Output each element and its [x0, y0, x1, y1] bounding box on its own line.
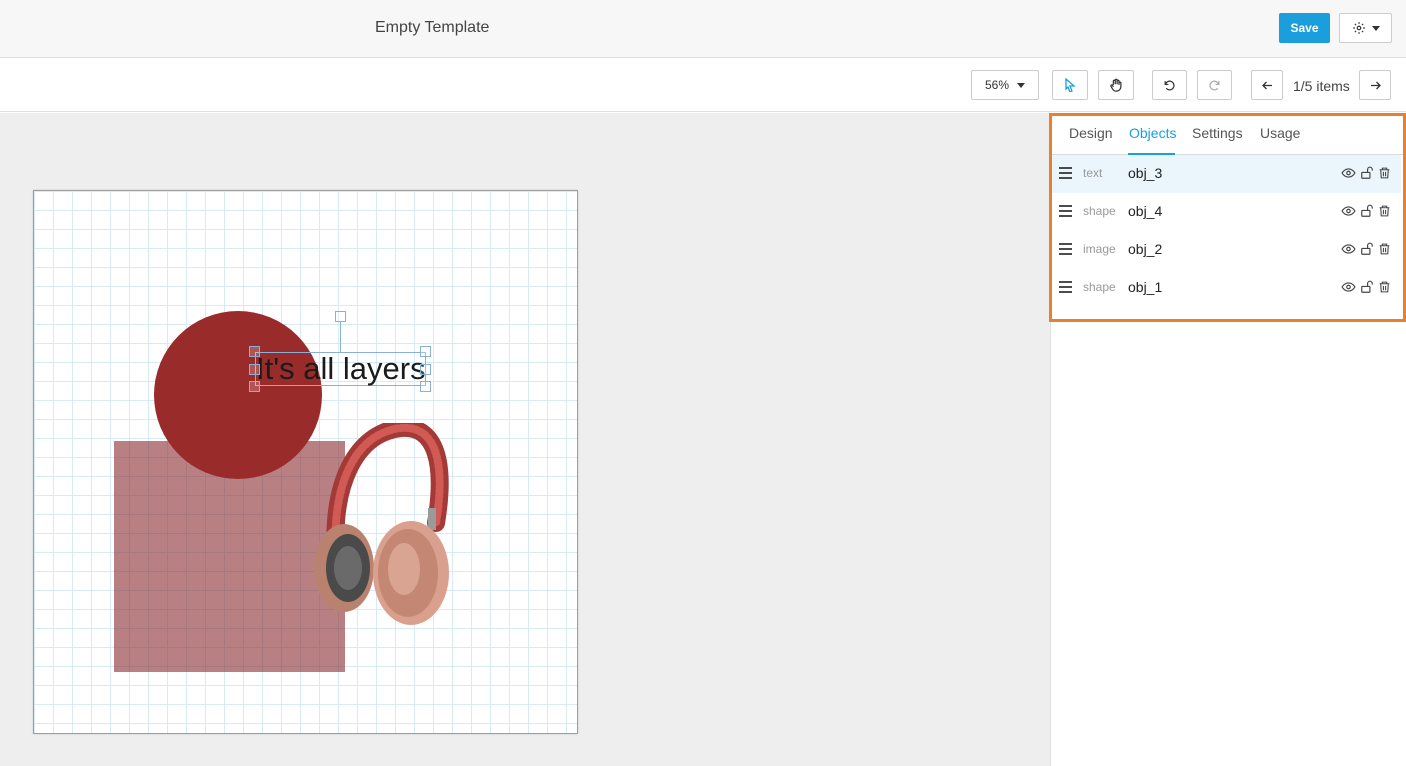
resize-handle-top-left[interactable] [249, 346, 260, 357]
pan-tool-button[interactable] [1098, 70, 1134, 100]
eye-icon[interactable] [1341, 204, 1356, 218]
template-title: Empty Template [375, 19, 490, 36]
gear-icon [1352, 22, 1365, 34]
undo-icon [1164, 80, 1175, 90]
editor-toolbar: 56% 1/5 items [0, 59, 1406, 112]
trash-icon[interactable] [1378, 166, 1391, 180]
resize-handle-middle-right[interactable] [420, 364, 431, 375]
save-button[interactable]: Save [1279, 13, 1330, 43]
headphones-image-obj-2[interactable] [296, 423, 466, 628]
object-row-obj-2[interactable]: image obj_2 [1051, 231, 1401, 269]
object-name: obj_1 [1128, 279, 1163, 295]
resize-handle-bottom-right[interactable] [420, 381, 431, 392]
object-row-obj-1[interactable]: shape obj_1 [1051, 269, 1401, 307]
drag-handle-icon[interactable] [1059, 281, 1072, 293]
settings-dropdown-button[interactable] [1339, 13, 1392, 43]
panel-tabs: Design Objects Settings Usage [1051, 113, 1406, 155]
object-row-obj-4[interactable]: shape obj_4 [1051, 193, 1401, 231]
object-name: obj_2 [1128, 241, 1163, 257]
trash-icon[interactable] [1378, 242, 1391, 256]
resize-handle-top-right[interactable] [420, 346, 431, 357]
object-type: image [1083, 242, 1116, 256]
drag-handle-icon[interactable] [1059, 167, 1072, 179]
resize-handle-bottom-left[interactable] [249, 381, 260, 392]
text-obj-3[interactable]: It's all layers [255, 352, 426, 386]
tab-settings[interactable]: Settings [1192, 125, 1243, 141]
drag-handle-icon[interactable] [1059, 205, 1072, 217]
app-header: Empty Template Save [0, 0, 1406, 58]
unlock-icon[interactable] [1360, 166, 1374, 180]
row-actions [1341, 204, 1391, 218]
rotation-line [340, 321, 341, 352]
artboard[interactable]: It's all layers [33, 190, 578, 734]
object-type: text [1083, 166, 1103, 180]
hand-icon [1109, 78, 1121, 92]
eye-icon[interactable] [1341, 166, 1356, 180]
row-actions [1341, 242, 1391, 256]
row-actions [1341, 280, 1391, 294]
unlock-icon[interactable] [1360, 242, 1374, 256]
eye-icon[interactable] [1341, 280, 1356, 294]
redo-icon [1209, 80, 1220, 90]
rotate-handle[interactable] [335, 311, 346, 322]
trash-icon[interactable] [1378, 204, 1391, 218]
arrow-left-icon [1261, 81, 1272, 89]
cursor-arrow-icon [1065, 78, 1076, 92]
object-row-obj-3[interactable]: text obj_3 [1051, 155, 1401, 193]
select-tool-button[interactable] [1052, 70, 1088, 100]
drag-handle-icon[interactable] [1059, 243, 1072, 255]
object-type: shape [1083, 204, 1116, 218]
object-name: obj_4 [1128, 203, 1163, 219]
caret-down-icon [1371, 25, 1380, 31]
resize-handle-middle-left[interactable] [249, 364, 260, 375]
canvas-workspace[interactable]: It's all layers [0, 113, 1050, 766]
zoom-value: 56% [984, 78, 1010, 92]
items-counter: 1/5 items [1293, 78, 1350, 94]
unlock-icon[interactable] [1360, 204, 1374, 218]
tab-objects[interactable]: Objects [1129, 125, 1176, 141]
redo-button[interactable] [1197, 70, 1232, 100]
unlock-icon[interactable] [1360, 280, 1374, 294]
trash-icon[interactable] [1378, 280, 1391, 294]
tab-usage[interactable]: Usage [1260, 125, 1300, 141]
object-type: shape [1083, 280, 1116, 294]
text-content: It's all layers [256, 351, 426, 386]
eye-icon[interactable] [1341, 242, 1356, 256]
row-actions [1341, 166, 1391, 180]
previous-item-button[interactable] [1251, 70, 1283, 100]
arrow-right-icon [1370, 81, 1381, 89]
next-item-button[interactable] [1359, 70, 1391, 100]
object-name: obj_3 [1128, 165, 1163, 181]
undo-button[interactable] [1152, 70, 1187, 100]
caret-down-icon [1017, 82, 1026, 88]
zoom-select[interactable]: 56% [971, 70, 1039, 100]
tab-design[interactable]: Design [1069, 125, 1113, 141]
properties-panel: Design Objects Settings Usage text obj_3… [1050, 113, 1406, 766]
